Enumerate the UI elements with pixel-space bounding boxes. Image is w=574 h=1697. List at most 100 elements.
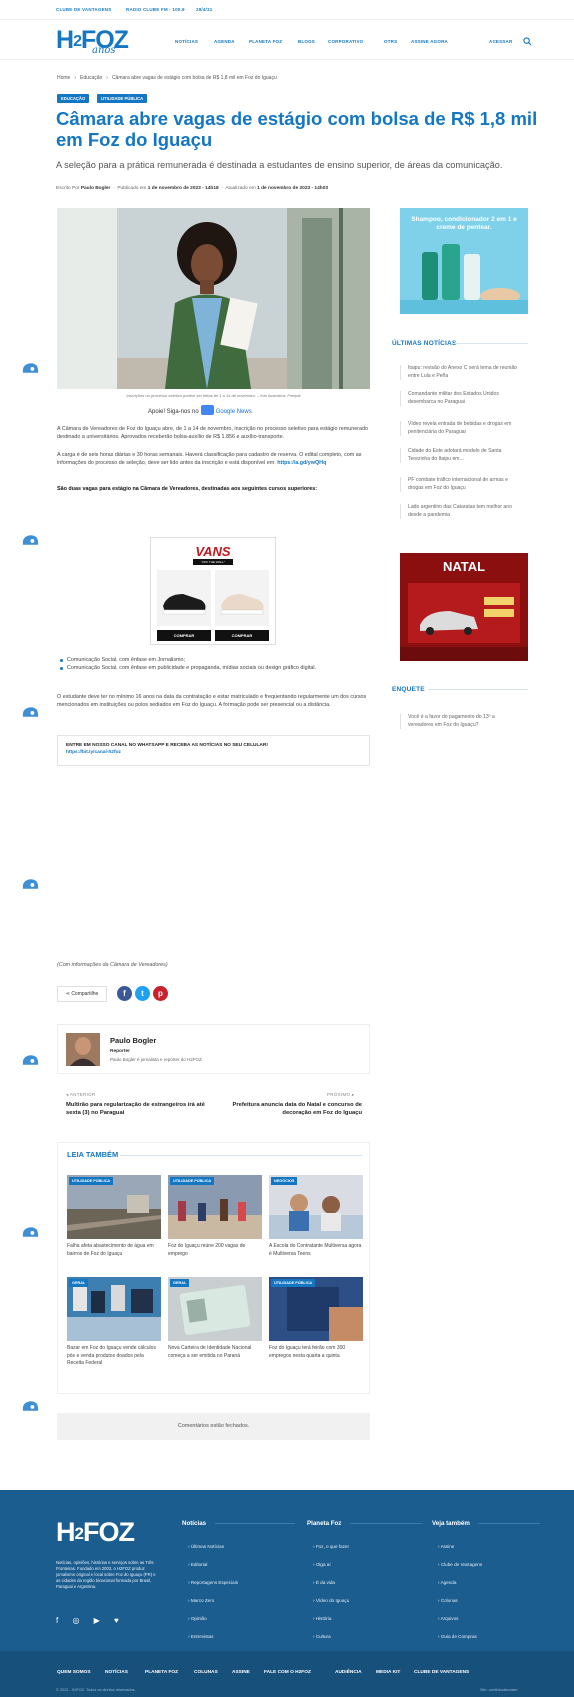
ad-buy-button-2[interactable]: COMPRAR <box>215 630 269 641</box>
footer-link[interactable]: Guia de Compras <box>438 1634 477 1639</box>
share-bar: ⋖ Compartilhe f t p <box>57 984 177 1004</box>
vans-ad[interactable]: VANS "OFF THE WALL" COMPRAR COMPRAR <box>150 537 276 645</box>
footer-logo[interactable]: H2FOZ <box>56 1517 135 1548</box>
footer-link[interactable]: Arquivos <box>438 1616 459 1621</box>
topbar-radio-link[interactable]: RADIO CLUBE FM - 100.9 <box>126 7 185 12</box>
natal-ad[interactable]: NATAL <box>400 553 528 661</box>
nav-agenda[interactable]: AGENDA <box>214 39 235 44</box>
footer-social-icons[interactable]: f ◎ ▶ ♥ <box>56 1616 125 1625</box>
site-header: H2FOZ anos NOTÍCIAS AGENDA PLANETA FOZ BL… <box>0 20 574 60</box>
paragraph-2: A carga é de seis horas diárias e 30 hor… <box>57 452 362 466</box>
footer-nav-item[interactable]: COLUNAS <box>194 1670 218 1675</box>
copyright: © 2023 - H2FOZ. Todos os direitos reserv… <box>56 1688 136 1692</box>
google-news-follow[interactable]: Apoie! Siga-nos no Google News <box>148 405 252 415</box>
chat-bubble-icon[interactable] <box>21 1398 40 1414</box>
breadcrumb-educacao[interactable]: Educação <box>80 75 102 81</box>
footer-link[interactable]: Entrevistas <box>188 1634 214 1639</box>
chat-bubble-icon[interactable] <box>21 1052 40 1068</box>
footer-nav-item[interactable]: NOTÍCIAS <box>105 1670 128 1675</box>
pinterest-share-icon[interactable]: p <box>153 986 168 1001</box>
chat-bubble-icon[interactable] <box>21 876 40 892</box>
breadcrumb-home[interactable]: Home <box>57 75 70 81</box>
footer-link[interactable]: Olga aí <box>313 1562 331 1567</box>
paragraph-3: São duas vagas para estágio na Câmara de… <box>57 486 318 492</box>
footer-link[interactable]: Marco Zero <box>188 1598 215 1603</box>
meta-published: 1 de novembro de 2023 - 14h18 <box>147 186 219 191</box>
author-box: Paulo Bogler Reporter Paulo Bogler é jor… <box>57 1024 370 1074</box>
latest-news-item[interactable]: Cidade do Este adotará modelo de Santa T… <box>400 448 520 463</box>
related-posts: LEIA TAMBÉM UTILIDADE PÚBLICA Falha afet… <box>57 1142 370 1394</box>
site-logo[interactable]: H2FOZ anos <box>56 26 129 56</box>
footer-nav-item[interactable]: FALE COM O H2FOZ <box>264 1670 311 1675</box>
footer-link[interactable]: Assine <box>438 1544 455 1549</box>
author-name[interactable]: Paulo Bogler <box>110 1036 156 1045</box>
footer-link[interactable]: Colunas <box>438 1598 458 1603</box>
footer-link[interactable]: Agenda <box>438 1580 457 1585</box>
natal-ad-title: NATAL <box>442 559 486 574</box>
footer-nav-item[interactable]: AUDIÊNCIA <box>335 1670 362 1675</box>
nav-planeta-foz[interactable]: PLANETA FOZ <box>249 39 282 44</box>
next-post-link[interactable]: Prefeitura anuncia data do Natal e concu… <box>212 1101 363 1117</box>
meta-updated: 1 de novembro de 2023 - 14h03 <box>257 186 329 191</box>
latest-news-heading: ÚLTIMAS NOTÍCIAS <box>392 340 457 347</box>
nav-assine[interactable]: ASSINE AGORA <box>411 39 448 44</box>
footer-link[interactable]: É da vida <box>313 1580 335 1585</box>
search-icon[interactable] <box>523 37 532 46</box>
nav-corporativo[interactable]: CORPORATIVO <box>328 39 363 44</box>
footer-col-title: Planeta Foz <box>307 1520 342 1527</box>
latest-news-item[interactable]: Vídeo revela entrada de bebidas e drogas… <box>400 421 520 436</box>
footer-link[interactable]: Clube de Vantagens <box>438 1562 482 1567</box>
poll-question[interactable]: Você é a favor do pagamento do 13º a ver… <box>400 714 520 729</box>
footer-link[interactable]: Opinião <box>188 1616 207 1621</box>
prev-post-link[interactable]: Multirão para regularização de estrangei… <box>66 1101 216 1117</box>
comments-closed: Comentários estão fechados. <box>57 1413 370 1440</box>
tag-educacao[interactable]: EDUCAÇÃO <box>57 94 90 103</box>
chat-bubble-icon[interactable] <box>21 1224 40 1240</box>
twitter-share-icon[interactable]: t <box>135 986 150 1001</box>
latest-news-item[interactable]: Comandante militar dos Estados Unidos de… <box>400 391 520 406</box>
footer-link[interactable]: Vídeo do Iguaçu <box>313 1598 349 1603</box>
article-photo <box>57 208 370 389</box>
chat-bubble-icon[interactable] <box>21 704 40 720</box>
footer-link[interactable]: Editorial <box>188 1562 208 1567</box>
footer-link[interactable]: História <box>313 1616 332 1621</box>
author-avatar[interactable] <box>66 1033 100 1066</box>
footer-nav-item[interactable]: QUEM SOMOS <box>57 1670 91 1675</box>
tag-utilidade-publica[interactable]: UTILIDADE PÚBLICA <box>97 94 148 103</box>
article-subtitle: A seleção para a prática remunerada é de… <box>56 160 503 170</box>
nav-noticias[interactable]: NOTÍCIAS <box>175 39 198 44</box>
chat-bubble-icon[interactable] <box>21 532 40 548</box>
edital-link[interactable]: https://a.gd/ywQHq <box>277 460 326 466</box>
footer-nav-item[interactable]: CLUBE DE VANTAGENS <box>414 1670 469 1675</box>
meta-author[interactable]: Paulo Bogler <box>81 186 111 191</box>
footer-nav-item[interactable]: MEDIA KIT <box>376 1670 400 1675</box>
footer-nav-item[interactable]: PLANETA FOZ <box>145 1670 178 1675</box>
footer-link[interactable]: Foz, o que fazer <box>313 1544 349 1549</box>
paragraph-1: A Câmara de Vereadores de Foz do Iguaçu … <box>57 426 369 440</box>
chat-bubble-icon[interactable] <box>21 360 40 376</box>
login-link[interactable]: ACESSAR <box>489 39 512 44</box>
footer-link[interactable]: Últimas Notícias <box>188 1544 224 1549</box>
topbar-club-link[interactable]: CLUBE DE VANTAGENS <box>56 7 111 12</box>
breadcrumb: Home › Educação › Câmara abre vagas de estág… <box>57 75 277 81</box>
footer-link[interactable]: Cultura <box>313 1634 331 1639</box>
ad-buy-button-1[interactable]: COMPRAR <box>157 630 211 641</box>
footer-nav-item[interactable]: ASSINE <box>232 1670 250 1675</box>
nav-blogs[interactable]: BLOGS <box>298 39 315 44</box>
footer-link[interactable]: Reportagens Especiais <box>188 1580 238 1585</box>
nav-otrs[interactable]: OTRS <box>384 39 397 44</box>
site-credit[interactable]: Site: cantinhoabooster <box>480 1688 518 1692</box>
google-news-icon <box>200 405 214 415</box>
footer-col-title: Veja também <box>432 1520 470 1527</box>
poll-heading: ENQUETE <box>392 686 425 693</box>
latest-news-item[interactable]: Lado argentino das Cataratas tem melhor … <box>400 504 520 519</box>
whatsapp-link[interactable]: https://bit.ly/canal-h2foz <box>66 749 361 756</box>
latest-news-item[interactable]: Itaipu: revisão do Anexo C será tema de … <box>400 365 520 380</box>
related-heading: LEIA TAMBÉM <box>67 1150 119 1159</box>
sidebar-ad[interactable]: Shampoo, condicionador 2 em 1 e creme de… <box>400 208 528 314</box>
photo-caption: Inscrições no processo seletivo podem se… <box>126 393 301 398</box>
facebook-share-icon[interactable]: f <box>117 986 132 1001</box>
latest-news-item[interactable]: PF combate tráfico internacional de arma… <box>400 477 520 492</box>
share-button[interactable]: ⋖ Compartilhe <box>57 986 107 1002</box>
breadcrumb-current: Câmara abre vagas de estágio com bolsa d… <box>111 75 277 81</box>
